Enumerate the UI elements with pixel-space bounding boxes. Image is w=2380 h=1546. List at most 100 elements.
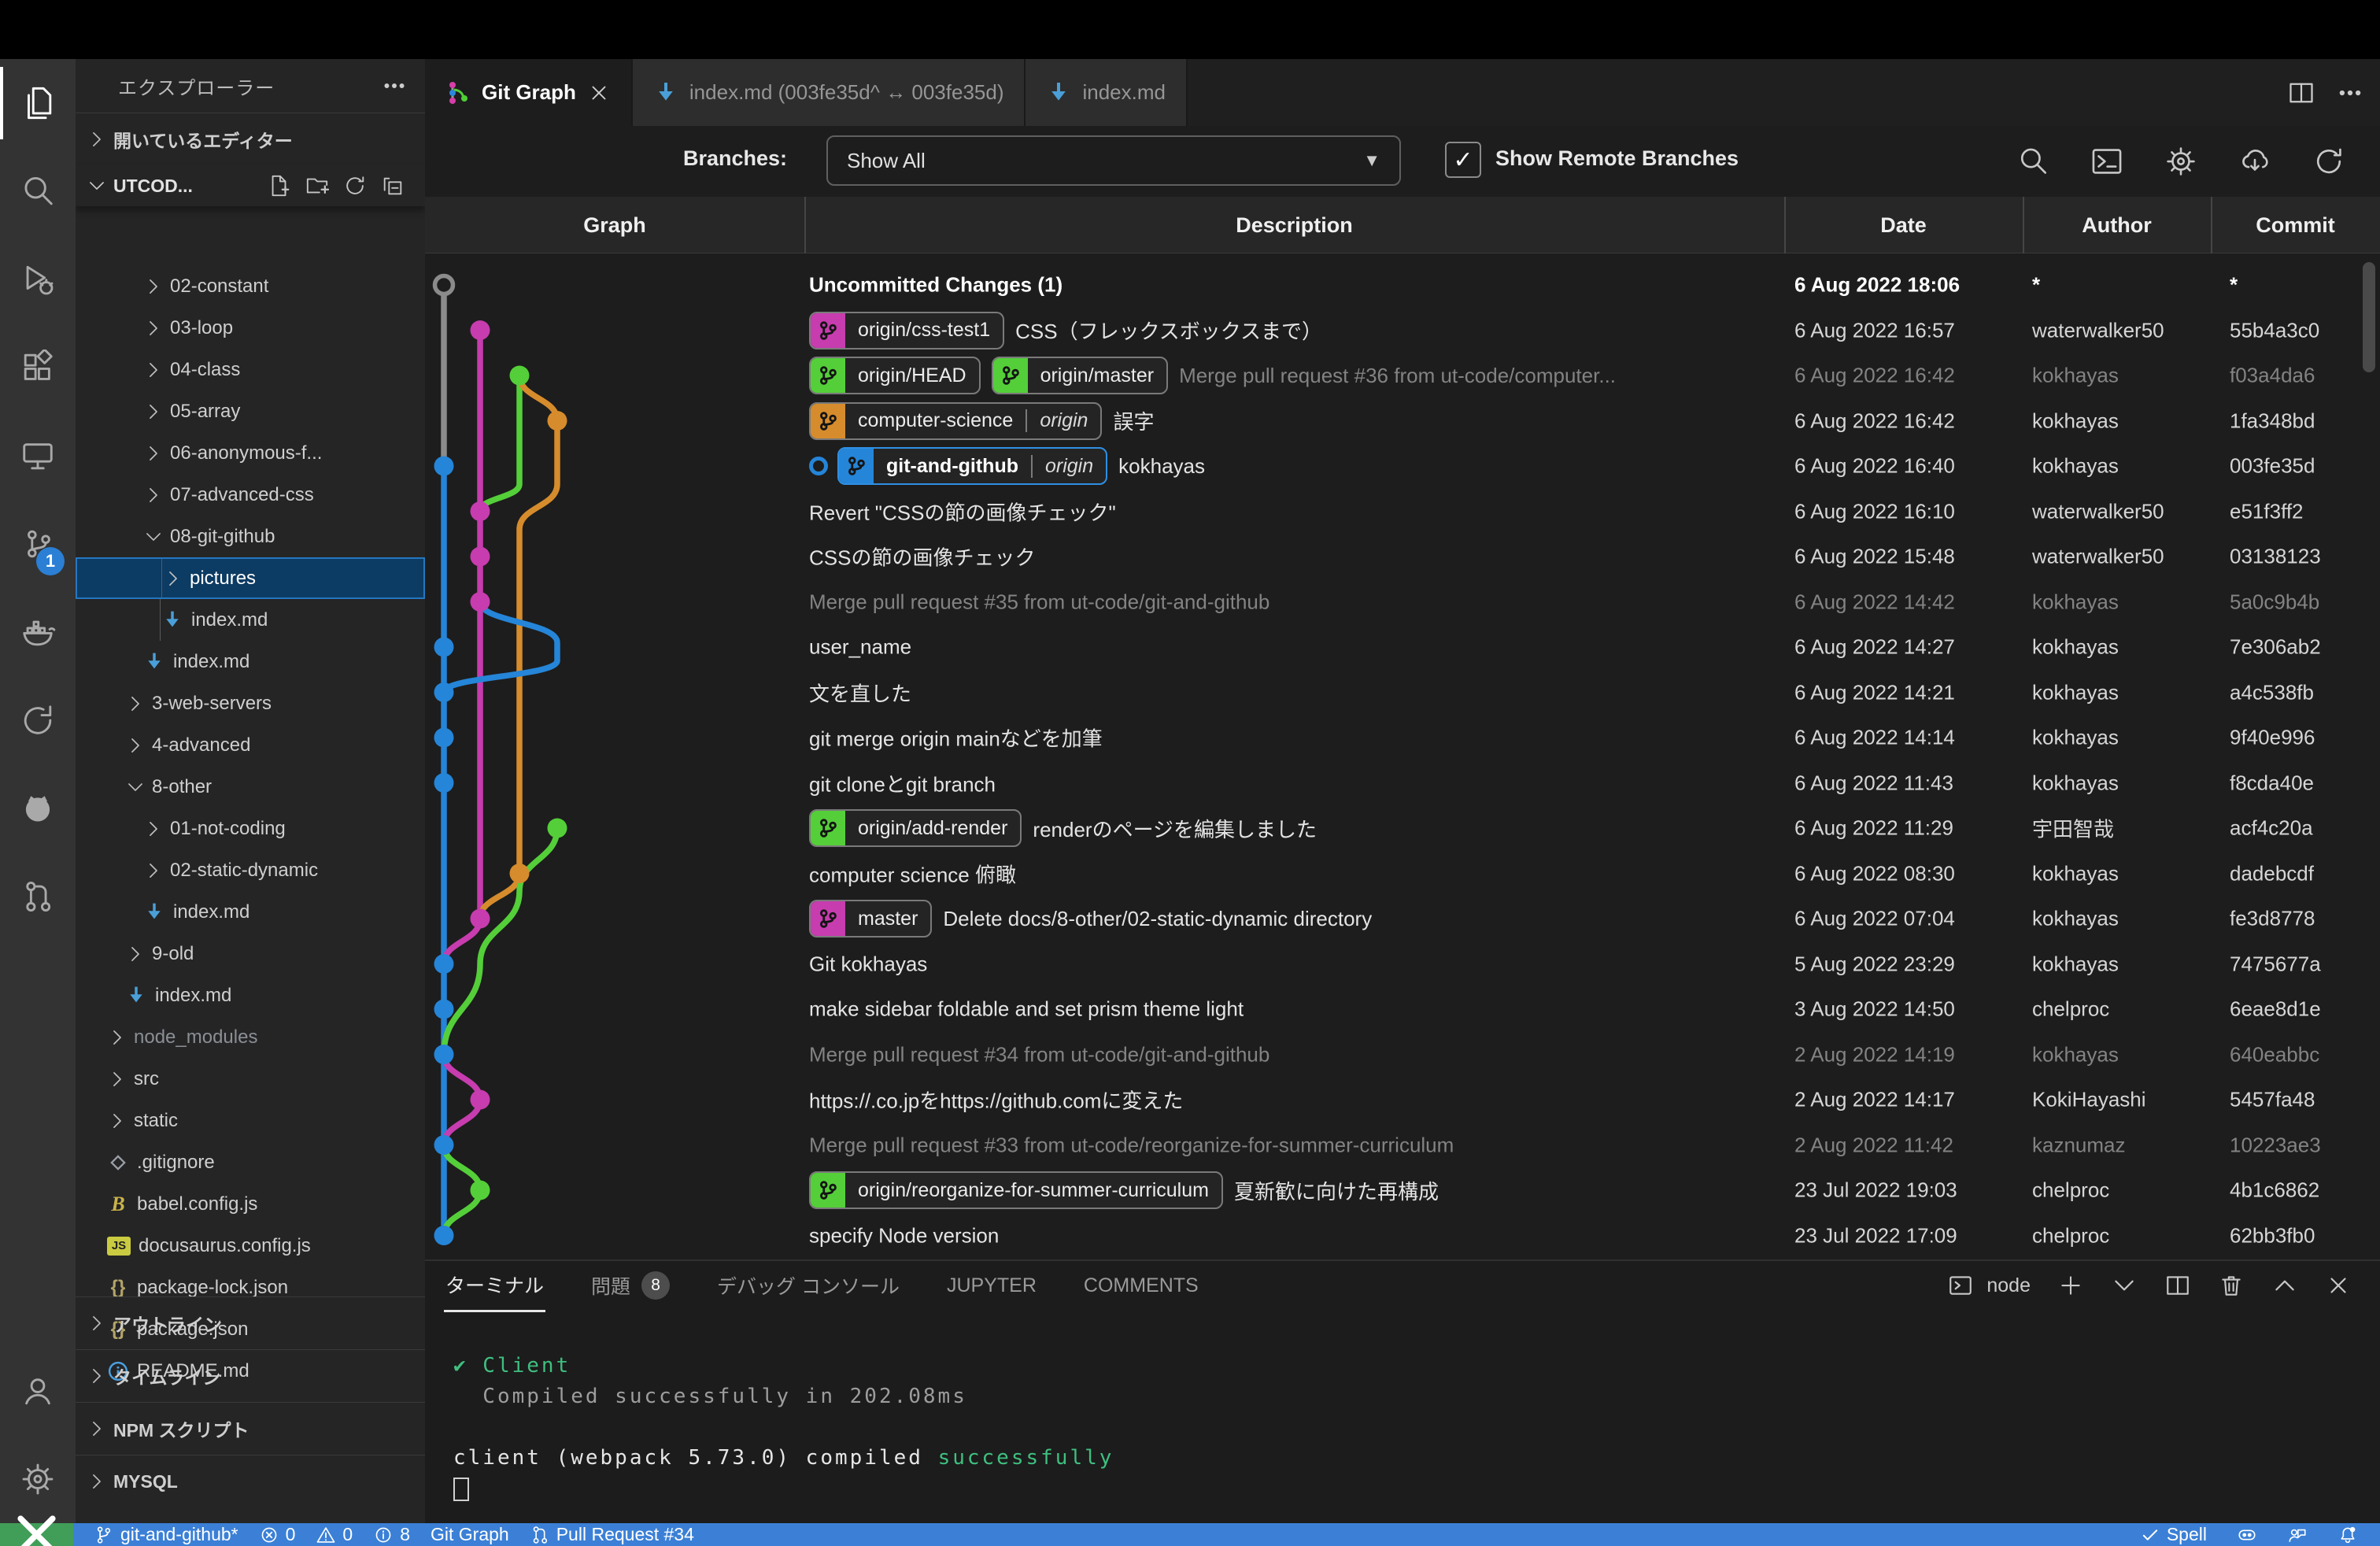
tree-item-07-advanced-css[interactable]: 07-advanced-css <box>76 474 425 516</box>
editor-tab-index-md[interactable]: index.md <box>1026 59 1188 126</box>
branches-dropdown[interactable]: Show All ▼ <box>826 135 1401 186</box>
commit-row[interactable]: 文を直した6 Aug 2022 14:21kokhayasa4c538fb <box>425 670 2380 716</box>
tree-item-4-advanced[interactable]: 4-advanced <box>76 724 425 766</box>
tree-item-babel-config-js[interactable]: Bbabel.config.js <box>76 1183 425 1225</box>
tree-item-index-md[interactable]: index.md <box>76 599 425 641</box>
tree-item-src[interactable]: src <box>76 1058 425 1100</box>
editor-tab-git[interactable]: Git Graph <box>425 59 633 126</box>
status-pull-request-status[interactable]: Pull Request #34 <box>530 1524 694 1545</box>
commit-row[interactable]: https://.co.jpをhttps://github.comに変えた2 A… <box>425 1077 2380 1123</box>
remote-indicator[interactable] <box>0 1523 73 1546</box>
tree-item-index-md[interactable]: index.md <box>76 891 425 933</box>
panel-tab-問題[interactable]: 問題8 <box>589 1260 671 1311</box>
commit-row[interactable]: computer science 俯瞰6 Aug 2022 08:30kokha… <box>425 851 2380 897</box>
collapse-folders-icon[interactable] <box>381 174 405 198</box>
tree-item-index-md[interactable]: index.md <box>76 641 425 682</box>
tree-item-3-web-servers[interactable]: 3-web-servers <box>76 682 425 724</box>
activitybar-item-github-pull-requests[interactable] <box>0 853 76 941</box>
scrollbar-thumb[interactable] <box>2363 262 2375 372</box>
activitybar-item-search[interactable] <box>0 147 76 235</box>
commit-row[interactable]: masterDelete docs/8-other/02-static-dyna… <box>425 896 2380 941</box>
activitybar-item-explorer[interactable] <box>0 59 76 147</box>
new-folder-icon[interactable] <box>305 174 329 198</box>
branch-badge[interactable]: origin/master <box>992 357 1169 394</box>
new-file-icon[interactable] <box>268 174 291 198</box>
column-header-author[interactable]: Author <box>2023 197 2211 253</box>
branch-badge[interactable]: computer-scienceorigin <box>809 402 1102 440</box>
find-commit-icon[interactable] <box>2016 145 2049 178</box>
commit-row[interactable]: Merge pull request #33 from ut-code/reor… <box>425 1123 2380 1168</box>
refresh-icon[interactable] <box>2312 145 2345 178</box>
tree-item-index-md[interactable]: index.md <box>76 975 425 1016</box>
kill-terminal-icon[interactable] <box>2218 1272 2245 1299</box>
branch-badge[interactable]: origin/css-test1 <box>809 312 1004 350</box>
tree-item-pictures[interactable]: pictures <box>76 557 425 599</box>
tree-item-03-loop[interactable]: 03-loop <box>76 307 425 349</box>
open-editors-section[interactable]: 開いているエディター <box>76 113 425 165</box>
commit-row[interactable]: Uncommitted Changes (1)6 Aug 2022 18:06*… <box>425 262 2380 308</box>
tree-item-static[interactable]: static <box>76 1100 425 1141</box>
commit-row[interactable]: computer-scienceorigin誤字6 Aug 2022 16:42… <box>425 398 2380 444</box>
terminal-profile-label[interactable]: node <box>1986 1274 2031 1297</box>
column-header-description[interactable]: Description <box>804 197 1784 253</box>
commit-row[interactable]: Revert "CSSの節の画像チェック"6 Aug 2022 16:10wat… <box>425 489 2380 534</box>
show-remote-branches-checkbox[interactable]: ✓ <box>1445 142 1481 178</box>
status-errors[interactable]: 0 <box>259 1524 296 1545</box>
column-header-graph[interactable]: Graph <box>425 197 804 253</box>
panel-tab-デバッグ-コンソール[interactable]: デバッグ コンソール <box>715 1260 901 1311</box>
branch-badge[interactable]: master <box>809 900 932 938</box>
panel-tab-ターミナル[interactable]: ターミナル <box>444 1259 545 1312</box>
tree-item--gitignore[interactable]: .gitignore <box>76 1141 425 1183</box>
panel-tab-JUPYTER[interactable]: JUPYTER <box>945 1263 1038 1308</box>
tree-item-node-modules[interactable]: node_modules <box>76 1016 425 1058</box>
commit-row[interactable]: origin/HEADorigin/masterMerge pull reque… <box>425 353 2380 398</box>
sidebar-section-タイムライン[interactable]: タイムライン <box>76 1349 425 1402</box>
activitybar-item-extensions[interactable] <box>0 324 76 412</box>
tree-item-docusaurus-config-js[interactable]: JSdocusaurus.config.js <box>76 1225 425 1267</box>
tree-item-01-not-coding[interactable]: 01-not-coding <box>76 808 425 849</box>
status-infos[interactable]: 8 <box>373 1524 410 1545</box>
branch-badge[interactable]: origin/HEAD <box>809 357 981 394</box>
commit-row[interactable]: git-and-githuboriginkokhayas6 Aug 2022 1… <box>425 443 2380 489</box>
close-panel-icon[interactable] <box>2325 1272 2352 1299</box>
tree-item-08-git-github[interactable]: 08-git-github <box>76 516 425 557</box>
status-git-branch[interactable]: git-and-github* <box>94 1524 238 1545</box>
tree-item-02-constant[interactable]: 02-constant <box>76 265 425 307</box>
commit-row[interactable]: CSSの節の画像チェック6 Aug 2022 15:48waterwalker5… <box>425 534 2380 579</box>
activitybar-item-run-debug[interactable] <box>0 235 76 324</box>
tree-item-8-other[interactable]: 8-other <box>76 766 425 808</box>
tree-item-9-old[interactable]: 9-old <box>76 933 425 975</box>
status-notifications[interactable] <box>2338 1525 2358 1545</box>
column-header-date[interactable]: Date <box>1784 197 2023 253</box>
branch-badge[interactable]: git-and-githuborigin <box>837 447 1107 485</box>
activitybar-item-docker[interactable] <box>0 588 76 676</box>
sidebar-section-MYSQL[interactable]: MYSQL <box>76 1455 425 1507</box>
branch-badge[interactable]: origin/reorganize-for-summer-curriculum <box>809 1171 1223 1209</box>
terminal-dropdown-icon[interactable] <box>2111 1272 2138 1299</box>
workspace-section[interactable]: UTCOD... <box>76 165 425 206</box>
commit-row[interactable]: origin/add-renderrenderのページを編集しました6 Aug … <box>425 805 2380 851</box>
activitybar-item-live-share[interactable] <box>0 676 76 764</box>
panel-tab-COMMENTS[interactable]: COMMENTS <box>1082 1263 1200 1308</box>
commit-row[interactable]: user_name6 Aug 2022 14:27kokhayas7e306ab… <box>425 624 2380 670</box>
editor-tab-index-md[interactable]: index.md (003fe35d^ ↔ 003fe35d) <box>633 59 1026 126</box>
status-git-graph-status[interactable]: Git Graph <box>431 1524 509 1545</box>
commit-row[interactable]: Merge pull request #35 from ut-code/git-… <box>425 579 2380 625</box>
maximize-panel-icon[interactable] <box>2271 1272 2298 1299</box>
terminal-profile-icon[interactable] <box>1947 1272 1974 1299</box>
open-terminal-icon[interactable] <box>2090 145 2123 178</box>
status-warnings[interactable]: 0 <box>316 1524 353 1545</box>
split-terminal-icon[interactable] <box>2164 1272 2191 1299</box>
new-terminal-icon[interactable] <box>2057 1272 2084 1299</box>
commit-row[interactable]: Git kokhayas5 Aug 2022 23:29kokhayas7475… <box>425 941 2380 987</box>
commit-row[interactable]: make sidebar foldable and set prism them… <box>425 986 2380 1032</box>
commit-row[interactable]: origin/css-test1CSS（フレックスボックスまで）6 Aug 20… <box>425 308 2380 353</box>
split-editor-icon[interactable] <box>2287 79 2315 107</box>
tree-item-04-class[interactable]: 04-class <box>76 349 425 390</box>
close-icon[interactable] <box>587 81 611 105</box>
activitybar-item-github[interactable] <box>0 764 76 853</box>
commit-row[interactable]: specify Node version23 Jul 2022 17:09che… <box>425 1213 2380 1259</box>
sidebar-section-アウトライン[interactable]: アウトライン <box>76 1296 425 1349</box>
more-actions-icon[interactable] <box>2336 79 2364 107</box>
status-spell[interactable]: Spell <box>2140 1524 2207 1545</box>
